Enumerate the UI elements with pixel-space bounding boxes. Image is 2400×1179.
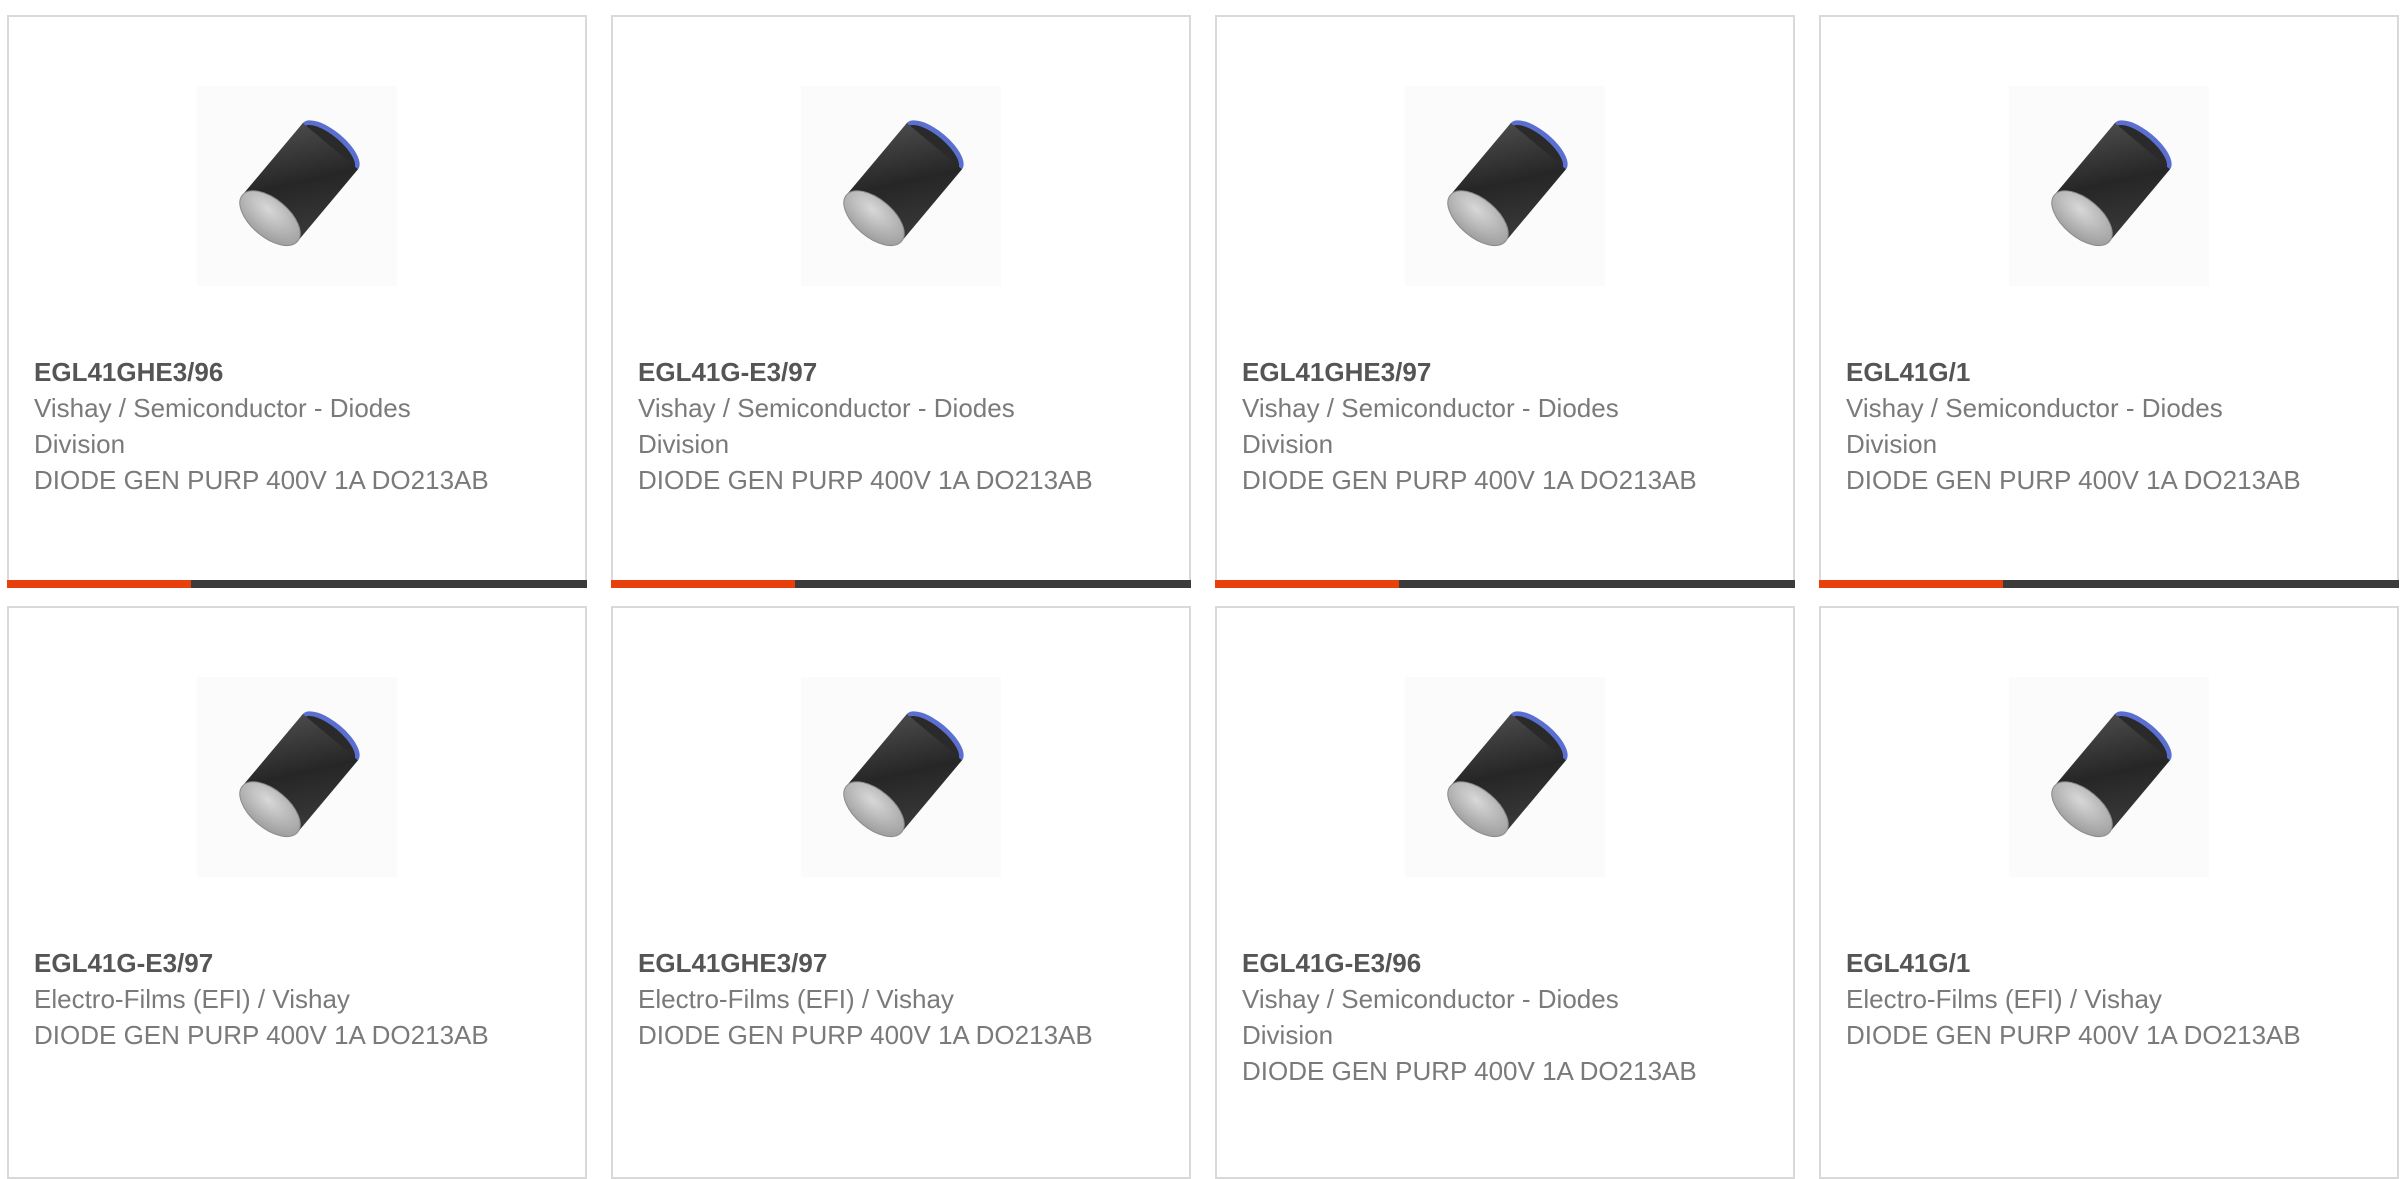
part-number-link[interactable]: EGL41GHE3/97 <box>638 945 1108 981</box>
diode-melf-icon[interactable] <box>1405 677 1605 877</box>
product-grid: EGL41GHE3/96 Vishay / Semiconductor - Di… <box>7 15 2399 1179</box>
diode-melf-icon[interactable] <box>801 86 1001 286</box>
diode-melf-icon[interactable] <box>2009 677 2209 877</box>
card-bottom-bar <box>1215 580 1795 588</box>
diode-melf-icon[interactable] <box>1405 86 1605 286</box>
card-accent-bar <box>1819 580 2003 588</box>
manufacturer-label: Vishay / Semiconductor - Diodes Division <box>1242 393 1619 459</box>
manufacturer-label: Vishay / Semiconductor - Diodes Division <box>34 393 411 459</box>
manufacturer-label: Vishay / Semiconductor - Diodes Division <box>1242 984 1619 1050</box>
product-card[interactable]: EGL41G-E3/97 Vishay / Semiconductor - Di… <box>611 15 1191 588</box>
product-card[interactable]: EGL41GHE3/96 Vishay / Semiconductor - Di… <box>7 15 587 588</box>
diode-melf-icon[interactable] <box>2009 86 2209 286</box>
product-card[interactable]: EGL41G-E3/96 Vishay / Semiconductor - Di… <box>1215 606 1795 1179</box>
card-bottom-bar <box>1819 580 2399 588</box>
card-bottom-bar <box>611 580 1191 588</box>
product-card[interactable]: EGL41G/1 Electro-Films (EFI) / Vishay DI… <box>1819 606 2399 1179</box>
product-card[interactable]: EGL41G-E3/97 Electro-Films (EFI) / Visha… <box>7 606 587 1179</box>
description-label: DIODE GEN PURP 400V 1A DO213AB <box>1846 465 2301 495</box>
description-label: DIODE GEN PURP 400V 1A DO213AB <box>1242 465 1697 495</box>
part-number-link[interactable]: EGL41G-E3/97 <box>34 945 504 981</box>
diode-melf-icon[interactable] <box>801 677 1001 877</box>
card-accent-bar <box>1215 580 1399 588</box>
card-accent-bar <box>7 580 191 588</box>
card-bottom-bar <box>7 580 587 588</box>
description-label: DIODE GEN PURP 400V 1A DO213AB <box>1846 1020 2301 1050</box>
diode-melf-icon[interactable] <box>197 86 397 286</box>
product-card[interactable]: EGL41GHE3/97 Electro-Films (EFI) / Visha… <box>611 606 1191 1179</box>
manufacturer-label: Electro-Films (EFI) / Vishay <box>1846 984 2162 1014</box>
description-label: DIODE GEN PURP 400V 1A DO213AB <box>638 465 1093 495</box>
description-label: DIODE GEN PURP 400V 1A DO213AB <box>34 465 489 495</box>
manufacturer-label: Electro-Films (EFI) / Vishay <box>34 984 350 1014</box>
part-number-link[interactable]: EGL41GHE3/97 <box>1242 354 1712 390</box>
description-label: DIODE GEN PURP 400V 1A DO213AB <box>638 1020 1093 1050</box>
part-number-link[interactable]: EGL41G-E3/97 <box>638 354 1108 390</box>
manufacturer-label: Vishay / Semiconductor - Diodes Division <box>638 393 1015 459</box>
part-number-link[interactable]: EGL41G-E3/96 <box>1242 945 1712 981</box>
diode-melf-icon[interactable] <box>197 677 397 877</box>
product-card[interactable]: EGL41G/1 Vishay / Semiconductor - Diodes… <box>1819 15 2399 588</box>
manufacturer-label: Electro-Films (EFI) / Vishay <box>638 984 954 1014</box>
product-card[interactable]: EGL41GHE3/97 Vishay / Semiconductor - Di… <box>1215 15 1795 588</box>
manufacturer-label: Vishay / Semiconductor - Diodes Division <box>1846 393 2223 459</box>
part-number-link[interactable]: EGL41GHE3/96 <box>34 354 504 390</box>
description-label: DIODE GEN PURP 400V 1A DO213AB <box>34 1020 489 1050</box>
card-accent-bar <box>611 580 795 588</box>
part-number-link[interactable]: EGL41G/1 <box>1846 354 2316 390</box>
part-number-link[interactable]: EGL41G/1 <box>1846 945 2316 981</box>
description-label: DIODE GEN PURP 400V 1A DO213AB <box>1242 1056 1697 1086</box>
